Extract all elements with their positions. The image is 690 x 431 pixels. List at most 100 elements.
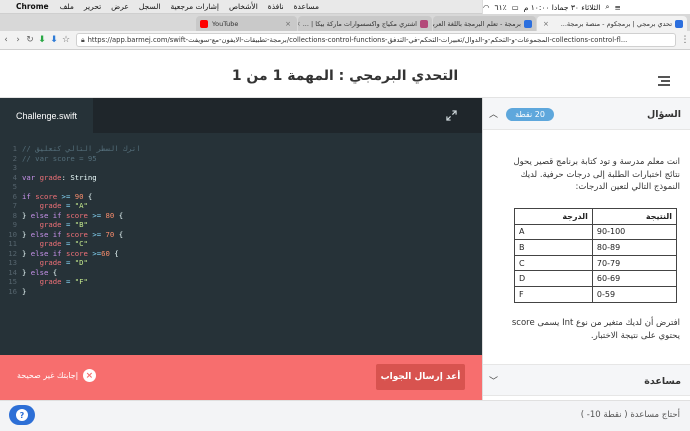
code-token: // var score = 95	[22, 153, 97, 163]
code-text: var grade: String	[22, 173, 97, 183]
code-line[interactable]: 12} else if score >=60 {	[0, 249, 482, 259]
chevron-up-icon[interactable]: ︿	[489, 107, 498, 120]
close-tab-icon[interactable]: ×	[298, 20, 303, 28]
browser-tab[interactable]: اشتري مكياج واكسسوارات ماركة بيكا | ... …	[298, 16, 432, 31]
menu-item[interactable]: الأشخاص	[229, 2, 258, 11]
download-blue-icon[interactable]: ⬇	[48, 35, 60, 45]
code-area[interactable]: 1 // اترك السطر التالي كتعليق 2 // var scor…	[0, 144, 482, 296]
menu-item[interactable]: مساعدة	[294, 2, 319, 11]
battery-icon[interactable]: ▭	[512, 3, 519, 12]
code-line[interactable]: 16}	[0, 287, 482, 297]
code-line[interactable]: 4 var grade: String	[0, 173, 482, 183]
code-token: score	[35, 191, 58, 201]
wifi-icon[interactable]: ◠	[483, 3, 490, 12]
help-chat-button[interactable]: ?	[9, 405, 35, 425]
code-token: {	[109, 248, 119, 258]
back-icon[interactable]: ‹	[0, 35, 12, 45]
code-token: }	[22, 248, 31, 258]
forward-icon[interactable]: ›	[12, 35, 24, 45]
browser-tab[interactable]: تحدي برمجي | برمجكوم - منصة برمجة... ×	[537, 16, 687, 31]
code-token: =	[61, 239, 75, 248]
line-number: 13	[8, 258, 17, 267]
code-line[interactable]: 6 if score >= 90 {	[0, 192, 482, 202]
code-token: grade	[22, 258, 62, 267]
code-line[interactable]: 7 grade = "A"	[0, 201, 482, 211]
grade-cell: A	[514, 223, 593, 241]
question-panel: السؤال 20 نقطة ︿ انت معلم مدرسة و تود كت…	[482, 98, 690, 400]
code-line[interactable]: 9 grade = "B"	[0, 220, 482, 230]
code-line[interactable]: 14} else {	[0, 268, 482, 278]
chevron-down-icon[interactable]: ﹀	[489, 374, 498, 387]
code-token: : String	[61, 172, 97, 182]
url-field[interactable]: 🔒︎ https://app.barmej.com/swift-برمجة-تط…	[76, 33, 676, 47]
code-text: // var score = 95	[22, 154, 97, 164]
code-token: else if	[30, 248, 66, 258]
code-token: score	[65, 248, 88, 258]
control-center-icon[interactable]: ≡	[615, 3, 621, 12]
question-section-header[interactable]: السؤال 20 نقطة ︿	[483, 98, 690, 130]
menu-item[interactable]: ملف	[60, 2, 74, 11]
battery-level[interactable]: ٦١٪	[495, 3, 507, 12]
barmej-favicon-icon	[524, 19, 532, 28]
code-line[interactable]: 1 // اترك السطر التالي كتعليق	[0, 144, 482, 154]
code-line[interactable]: 10} else if score >= 70 {	[0, 230, 482, 240]
code-text: grade = "D"	[22, 258, 88, 268]
help-section-header[interactable]: مساعدة ﹀	[483, 364, 690, 396]
page-header: التحدي البرمجي : المهمة 1 من 1	[0, 50, 690, 98]
code-editor-panel: Challenge.swift 1 // اترك السطر التالي كت…	[0, 98, 482, 355]
code-token: "D"	[74, 258, 88, 267]
code-text: grade = "C"	[22, 239, 88, 249]
table-header: الدرجة	[514, 208, 593, 225]
search-icon[interactable]: ⌕	[605, 2, 609, 12]
resubmit-button[interactable]: أعد إرسال الجواب	[376, 364, 465, 390]
barmej-favicon-icon	[675, 19, 683, 28]
bookmark-star-icon[interactable]: ☆	[60, 35, 72, 45]
browser-tab[interactable]: YouTube ×	[196, 16, 297, 31]
code-line[interactable]: 11 grade = "C"	[0, 239, 482, 249]
browser-tab[interactable]: برمجة - تعلم البرمجة باللغة العربية للمب…	[433, 16, 536, 31]
download-green-icon[interactable]: ⬇	[36, 35, 48, 45]
code-line[interactable]: 8} else if score >= 80 {	[0, 211, 482, 221]
code-token: >=	[87, 210, 106, 220]
tab-title: برمجة - تعلم البرمجة باللغة العربية للمب…	[433, 19, 521, 28]
line-number: 10	[8, 229, 17, 239]
hint-link[interactable]: أحتاج مساعدة ( نقطة 10- )	[581, 410, 680, 420]
close-tab-icon[interactable]: ×	[541, 20, 551, 28]
line-number: 5	[12, 182, 17, 191]
close-tab-icon[interactable]: ×	[283, 20, 293, 28]
code-line[interactable]: 15 grade = "F"	[0, 277, 482, 287]
code-token: =	[61, 277, 75, 286]
address-bar: ‹ › ↻ ⬇ ⬇ ☆ 🔒︎ https://app.barmej.com/sw…	[0, 31, 690, 50]
question-mark-icon: ?	[16, 409, 28, 421]
points-badge: 20 نقطة	[506, 108, 554, 121]
browser-menu-icon[interactable]: ⋮	[680, 35, 690, 45]
hamburger-menu-icon[interactable]	[658, 76, 670, 86]
line-number: 2	[12, 153, 17, 163]
app-name[interactable]: Chrome	[16, 2, 49, 11]
table-row: 70-79 C	[514, 254, 678, 272]
file-tab[interactable]: Challenge.swift	[0, 98, 93, 133]
code-line[interactable]: 3	[0, 163, 482, 173]
code-text: grade = "B"	[22, 220, 88, 230]
expand-icon[interactable]	[446, 110, 457, 121]
code-line[interactable]: 13 grade = "D"	[0, 258, 482, 268]
code-line[interactable]: 5	[0, 182, 482, 192]
code-token: "A"	[74, 201, 88, 210]
code-line[interactable]: 2 // var score = 95	[0, 154, 482, 164]
menu-item[interactable]: إشارات مرجعية	[170, 2, 219, 11]
menu-item[interactable]: نافذة	[268, 2, 284, 11]
code-token: 80	[105, 210, 115, 220]
menu-item[interactable]: السجل	[139, 2, 161, 11]
line-number: 16	[8, 286, 17, 296]
code-token: grade	[22, 201, 62, 210]
clock[interactable]: الثلاثاء ٣٠ جمادا ١٠:٠٠ م	[524, 3, 601, 12]
menu-item[interactable]: تحرير	[84, 2, 101, 11]
code-token: "B"	[74, 220, 88, 229]
reload-icon[interactable]: ↻	[24, 35, 36, 45]
score-range-cell: 80-89	[591, 239, 678, 256]
code-token: >=	[57, 191, 75, 201]
code-token: grade	[22, 277, 62, 286]
line-number: 3	[12, 163, 17, 172]
code-token: "C"	[74, 239, 88, 248]
menu-item[interactable]: عرض	[111, 2, 129, 11]
